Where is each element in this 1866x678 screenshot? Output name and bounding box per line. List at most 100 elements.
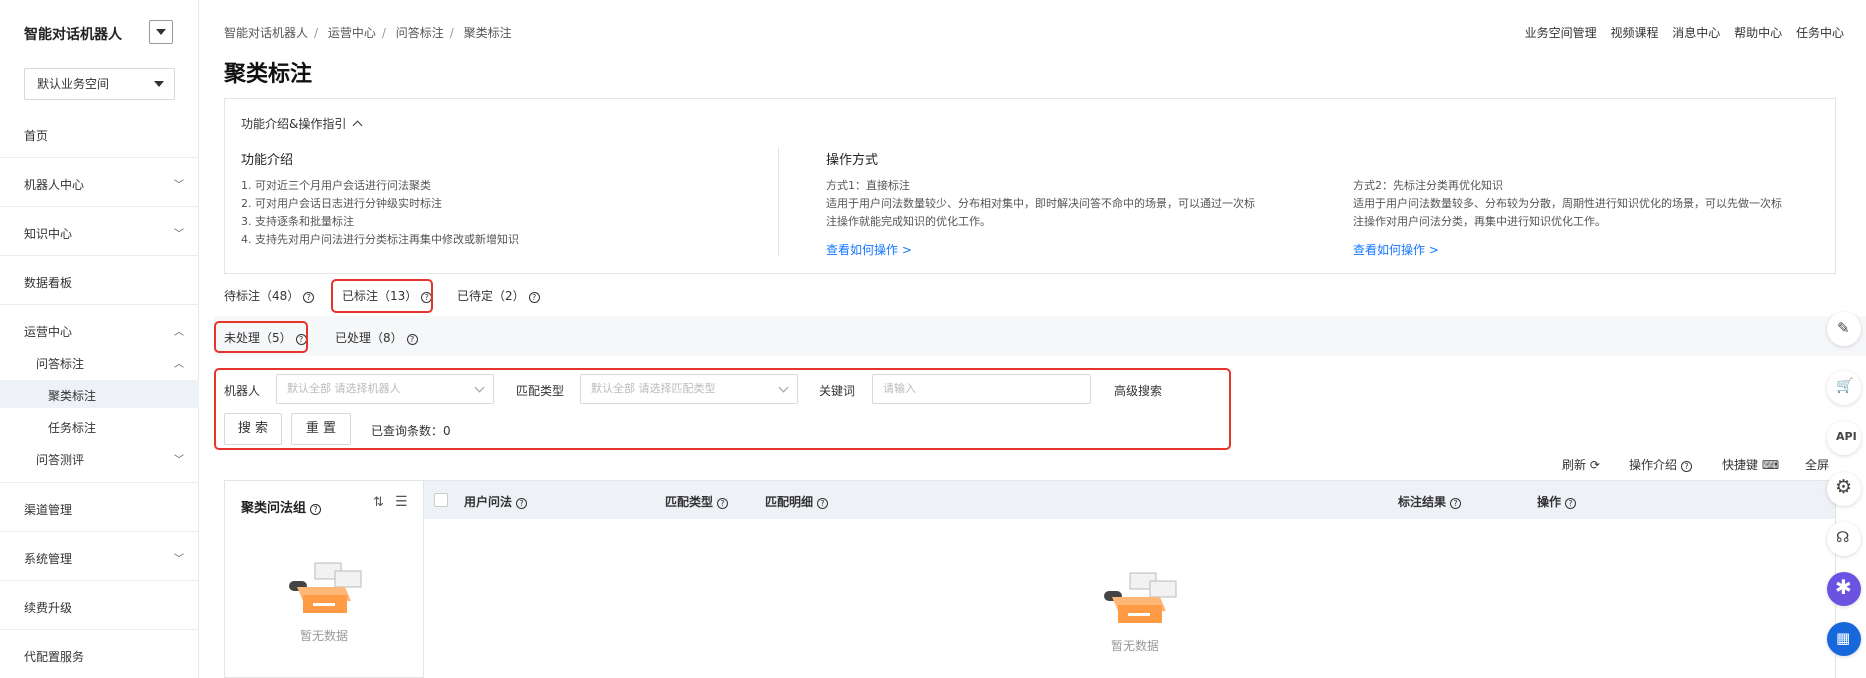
cart-float-button[interactable]: 🛒 bbox=[1827, 371, 1861, 405]
sidebar-item-robot-center[interactable]: 机器人中心 ﹀ bbox=[24, 176, 184, 193]
sidebar-item-qa-annotation[interactable]: 问答标注 ︿ bbox=[36, 355, 184, 372]
sidebar-item-label: 数据看板 bbox=[24, 276, 73, 290]
sidebar-item-label: 代配置服务 bbox=[24, 650, 85, 664]
sidebar-item-knowledge-center[interactable]: 知识中心 ﹀ bbox=[24, 225, 184, 242]
cluster-title-label: 聚类问法组 bbox=[241, 501, 307, 516]
sidebar-item-config-service[interactable]: 代配置服务 bbox=[24, 648, 184, 665]
sidebar-item-system-management[interactable]: 系统管理 ﹀ bbox=[24, 550, 184, 567]
support-float-button[interactable]: ☊ bbox=[1827, 522, 1861, 556]
match-type-placeholder: 默认全部 请选择匹配类型 bbox=[591, 382, 716, 395]
keyword-placeholder: 请输入 bbox=[883, 382, 916, 395]
app-switch-dropdown[interactable] bbox=[149, 20, 173, 44]
sidebar-item-label: 系统管理 bbox=[24, 552, 73, 566]
sidebar-item-cluster-annotation[interactable]: 聚类标注 bbox=[48, 387, 184, 404]
breadcrumb-item[interactable]: 智能对话机器人 bbox=[224, 26, 308, 40]
help-icon[interactable]: ? bbox=[528, 292, 540, 303]
api-float-button[interactable]: API bbox=[1827, 421, 1861, 455]
help-icon[interactable]: ? bbox=[1565, 498, 1577, 509]
column-actions: 操作? bbox=[1537, 493, 1577, 510]
column-match-detail: 匹配明细? bbox=[765, 493, 829, 510]
match-type-select[interactable]: 默认全部 请选择匹配类型 bbox=[580, 374, 798, 404]
search-button[interactable]: 搜 索 bbox=[224, 413, 282, 445]
column-user-question: 用户问法? bbox=[464, 493, 528, 510]
breadcrumb-item[interactable]: 运营中心 bbox=[328, 26, 376, 40]
subtab-bar bbox=[214, 316, 1866, 356]
link-message-center[interactable]: 消息中心 bbox=[1672, 26, 1720, 40]
divider bbox=[0, 157, 199, 158]
refresh-icon: ⟳ bbox=[1589, 458, 1600, 472]
robot-placeholder: 默认全部 请选择机器人 bbox=[287, 382, 401, 395]
tab-pending[interactable]: 待标注（48）? bbox=[224, 287, 315, 304]
feature-line: 2. 可对用户会话日志进行分钟级实时标注 bbox=[241, 197, 442, 210]
chevron-down-icon bbox=[778, 382, 789, 393]
sidebar-item-operations-center[interactable]: 运营中心 ︿ bbox=[24, 323, 184, 340]
fullscreen-button[interactable]: 全屏 bbox=[1805, 456, 1829, 473]
subtab-processed[interactable]: 已处理（8）? bbox=[335, 329, 418, 346]
breadcrumb-separator: / bbox=[314, 26, 319, 40]
sidebar-item-label: 任务标注 bbox=[48, 421, 97, 435]
keyboard-icon: ⌨ bbox=[1761, 458, 1780, 472]
feature-line: 3. 支持逐条和批量标注 bbox=[241, 215, 354, 228]
help-icon[interactable]: ? bbox=[1450, 498, 1462, 509]
top-links: 业务空间管理 视频课程 消息中心 帮助中心 任务中心 bbox=[1515, 24, 1844, 41]
sidebar-item-home[interactable]: 首页 bbox=[24, 127, 184, 144]
breadcrumb-current: 聚类标注 bbox=[463, 26, 512, 40]
link-video-courses[interactable]: 视频课程 bbox=[1610, 26, 1658, 40]
method1-line: 适用于用户问法数量较少、分布相对集中，即时解决问答不命中的场景，可以通过一次标 bbox=[826, 197, 1255, 210]
ai-assistant-float-button[interactable]: ✱ bbox=[1827, 572, 1861, 606]
features-list: 1. 可对近三个月用户会话进行问法聚类 2. 可对用户会话日志进行分钟级实时标注… bbox=[241, 177, 519, 249]
app-title: 智能对话机器人 bbox=[24, 27, 122, 43]
features-title: 功能介绍 bbox=[241, 153, 294, 168]
method2-howto-link[interactable]: 查看如何操作 > bbox=[1353, 241, 1439, 258]
help-icon[interactable]: ? bbox=[516, 498, 528, 509]
method2-line: 适用于用户问法数量较多、分布较为分散，周期性进行知识优化的场景，可以先做一次标 bbox=[1353, 197, 1782, 210]
tab-on-hold[interactable]: 已待定（2）? bbox=[457, 287, 540, 304]
list-indent-icon[interactable]: ☰ bbox=[395, 494, 408, 510]
link-help-center[interactable]: 帮助中心 bbox=[1734, 26, 1782, 40]
operation-intro-button[interactable]: 操作介绍? bbox=[1629, 456, 1693, 473]
tab-label: 已待定（2） bbox=[457, 289, 525, 303]
sidebar-item-dashboard[interactable]: 数据看板 bbox=[24, 274, 184, 291]
sidebar-item-label: 首页 bbox=[24, 129, 49, 143]
robot-select[interactable]: 默认全部 请选择机器人 bbox=[276, 374, 494, 404]
chevron-up-icon bbox=[352, 120, 363, 131]
column-label: 标注结果 bbox=[1398, 495, 1447, 509]
intro-toggle[interactable]: 功能介绍&操作指引 bbox=[241, 115, 363, 132]
edit-float-button[interactable]: ✎ bbox=[1827, 312, 1861, 346]
operation-intro-label: 操作介绍 bbox=[1629, 458, 1678, 472]
advanced-search-link[interactable]: 高级搜索 bbox=[1114, 382, 1162, 399]
link-task-center[interactable]: 任务中心 bbox=[1796, 26, 1844, 40]
settings-float-button[interactable]: ⚙ bbox=[1827, 472, 1861, 506]
sidebar-item-task-annotation[interactable]: 任务标注 bbox=[48, 419, 184, 436]
workspace-select[interactable]: 默认业务空间 bbox=[24, 68, 175, 100]
sidebar-item-channel-management[interactable]: 渠道管理 bbox=[24, 501, 184, 518]
sidebar-item-qa-evaluation[interactable]: 问答测评 ﹀ bbox=[36, 451, 184, 468]
tab-label: 待标注（48） bbox=[224, 289, 300, 303]
sort-icon[interactable]: ⇅ bbox=[373, 495, 384, 510]
breadcrumb-item[interactable]: 问答标注 bbox=[396, 26, 444, 40]
refresh-button[interactable]: 刷新 ⟳ bbox=[1562, 456, 1600, 473]
shortcut-label: 快捷键 bbox=[1722, 458, 1759, 472]
column-annotation-result: 标注结果? bbox=[1398, 493, 1462, 510]
link-workspace-management[interactable]: 业务空间管理 bbox=[1525, 26, 1597, 40]
select-all-checkbox[interactable] bbox=[434, 493, 448, 507]
shortcut-button[interactable]: 快捷键 ⌨ bbox=[1722, 456, 1779, 473]
sidebar-item-label: 聚类标注 bbox=[48, 389, 97, 403]
chevron-up-icon: ︿ bbox=[174, 327, 184, 338]
column-label: 匹配明细 bbox=[765, 495, 814, 509]
help-icon[interactable]: ? bbox=[717, 498, 729, 509]
reset-button[interactable]: 重 置 bbox=[291, 413, 351, 445]
help-icon[interactable]: ? bbox=[817, 498, 829, 509]
help-icon[interactable]: ? bbox=[303, 292, 315, 303]
divider bbox=[0, 206, 199, 207]
headset-icon: ☊ bbox=[1836, 528, 1850, 546]
apps-float-button[interactable]: ▦ bbox=[1827, 622, 1861, 656]
help-icon[interactable]: ? bbox=[406, 334, 418, 345]
sidebar-item-renewal-upgrade[interactable]: 续费升级 bbox=[24, 599, 184, 616]
caret-down-icon bbox=[154, 81, 164, 87]
method1-howto-link[interactable]: 查看如何操作 > bbox=[826, 241, 912, 258]
method2-line: 注操作对用户问法分类，再集中进行知识优化工作。 bbox=[1353, 215, 1606, 228]
column-label: 匹配类型 bbox=[665, 495, 714, 509]
help-icon[interactable]: ? bbox=[310, 504, 322, 515]
keyword-input[interactable]: 请输入 bbox=[872, 374, 1091, 404]
